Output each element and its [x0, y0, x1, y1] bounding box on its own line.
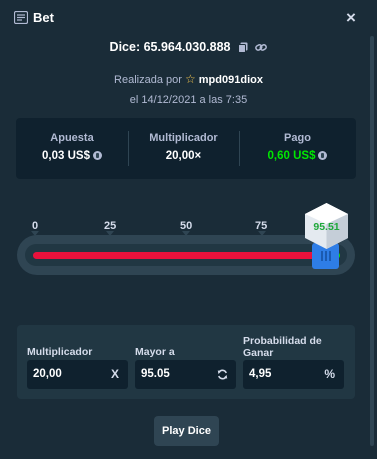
- over-label: Mayor a: [135, 346, 175, 358]
- roll-over-value: 95.05: [141, 368, 170, 380]
- grip-line: [328, 251, 331, 261]
- stat-bet-value: 0,03 US$: [42, 150, 90, 162]
- play-dice-button[interactable]: Play Dice: [154, 416, 219, 446]
- stat-bet-value-wrap: 0,03 US$: [16, 150, 128, 162]
- grip-line: [324, 251, 327, 261]
- stat-bet-label: Apuesta: [50, 132, 94, 144]
- modal-title: Bet: [33, 10, 54, 25]
- bet-stats-panel: Apuesta 0,03 US$ Multiplicador 20,00× Pa…: [16, 118, 356, 179]
- percent-suffix: %: [324, 367, 335, 381]
- stat-multiplier-value: 20,00×: [165, 150, 202, 162]
- bet-list-icon: [14, 11, 28, 24]
- currency-icon: [92, 151, 102, 160]
- dice-result-value: 95.51: [313, 221, 340, 233]
- dice-bet-id-text: Dice: 65.964.030.888: [109, 40, 231, 54]
- swap-icon[interactable]: [217, 369, 228, 380]
- stat-multiplier-label: Multiplicador: [149, 132, 218, 144]
- modal-header: Bet ×: [0, 0, 377, 36]
- username-link[interactable]: mpd091diox: [199, 74, 263, 86]
- multiplier-label: Multiplicador: [27, 346, 93, 358]
- copy-icon[interactable]: [237, 42, 248, 53]
- close-icon[interactable]: ×: [346, 8, 356, 28]
- multiplier-suffix: X: [110, 367, 119, 381]
- win-chance-value: 4,95: [249, 368, 272, 380]
- vip-star-icon: ☆: [184, 72, 196, 86]
- roll-over-field[interactable]: 95.05: [135, 360, 236, 389]
- stat-payout-label: Pago: [284, 132, 311, 144]
- grip-line: [320, 251, 323, 261]
- stat-payout-value-wrap: 0,60 US$: [239, 150, 356, 162]
- stat-bet: Apuesta 0,03 US$: [16, 118, 128, 179]
- multiplier-value: 20,00: [33, 368, 62, 380]
- made-by-line: Realizada por ☆ mpd091diox: [0, 72, 377, 86]
- dice-bet-id: Dice: 65.964.030.888: [0, 40, 377, 54]
- stat-payout-value: 0,60 US$: [267, 150, 316, 162]
- stat-payout: Pago 0,60 US$: [239, 118, 356, 179]
- win-chance-label: Probabilidad de Ganar: [243, 335, 322, 359]
- made-by-label: Realizada por: [114, 74, 182, 86]
- link-icon[interactable]: [255, 42, 268, 53]
- stat-multiplier: Multiplicador 20,00×: [128, 118, 239, 179]
- slider-lose-range: [33, 252, 325, 259]
- win-chance-field[interactable]: 4,95 %: [243, 360, 344, 389]
- multiplier-field[interactable]: 20,00 X: [27, 360, 128, 389]
- currency-icon: [318, 151, 328, 160]
- bet-date: el 14/12/2021 a las 7:35: [129, 94, 248, 106]
